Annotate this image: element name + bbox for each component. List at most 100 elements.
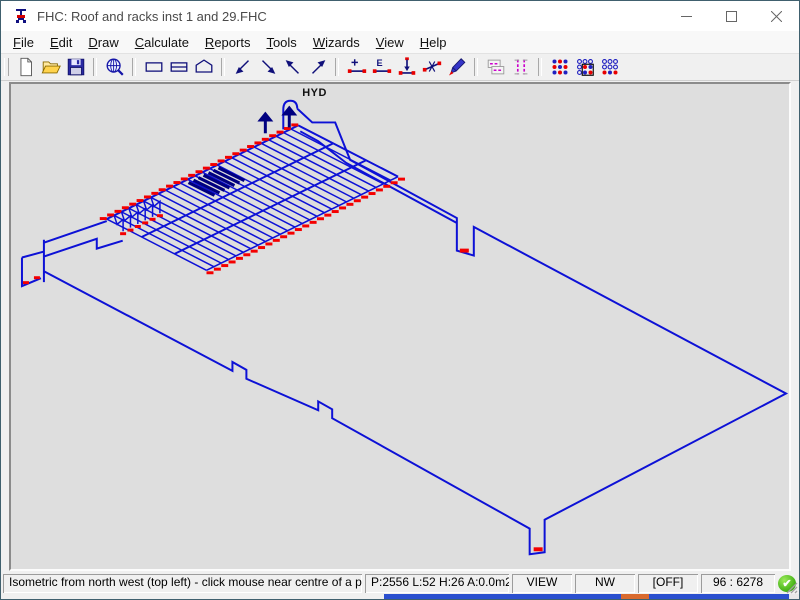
view-ne-icon bbox=[307, 56, 329, 78]
draw-polygon-button[interactable] bbox=[191, 55, 216, 79]
nodes-partial-button[interactable] bbox=[597, 55, 622, 79]
sprinkler-head-marker bbox=[295, 228, 302, 231]
menu-item-wizards[interactable]: Wizards bbox=[305, 33, 368, 52]
sprinkler-head-marker bbox=[376, 188, 383, 191]
sprinkler-head-marker bbox=[284, 127, 291, 130]
status-hint: Isometric from north west (top left) - c… bbox=[3, 574, 362, 593]
app-window: FHC: Roof and racks inst 1 and 29.FHC Fi… bbox=[0, 0, 800, 600]
sprinkler-head-marker bbox=[188, 174, 195, 177]
isometric-pipe-drawing[interactable]: HYD bbox=[11, 84, 789, 569]
view-se-icon bbox=[257, 56, 279, 78]
draw-rect-icon bbox=[143, 56, 165, 78]
view-se-button[interactable] bbox=[255, 55, 280, 79]
zoom-extents-icon bbox=[104, 56, 126, 78]
sprinkler-head-marker bbox=[302, 224, 309, 227]
menu-item-edit[interactable]: Edit bbox=[42, 33, 80, 52]
toolbar-separator bbox=[221, 58, 225, 76]
pipe-add-button[interactable] bbox=[344, 55, 369, 79]
minimize-button[interactable] bbox=[664, 1, 709, 31]
outlet-range-icon bbox=[510, 56, 532, 78]
nodes-select-icon bbox=[574, 56, 596, 78]
pump-symbol[interactable] bbox=[257, 112, 273, 122]
pipe-drop-button[interactable] bbox=[394, 55, 419, 79]
menu-item-tools[interactable]: Tools bbox=[258, 33, 304, 52]
toolbar-separator bbox=[93, 58, 97, 76]
toolbar-separator bbox=[474, 58, 478, 76]
building-outline-pipes[interactable] bbox=[22, 101, 786, 554]
sprinkler-head-marker bbox=[135, 225, 141, 228]
file-new-button[interactable] bbox=[13, 55, 38, 79]
sprinkler-head-marker bbox=[225, 156, 232, 159]
status-toggle-panel[interactable]: [OFF] bbox=[638, 574, 698, 593]
sprinkler-head-marker bbox=[236, 257, 243, 260]
pipe-edit-button[interactable] bbox=[444, 55, 469, 79]
view-sw-button[interactable] bbox=[230, 55, 255, 79]
sprinkler-head-marker bbox=[173, 181, 180, 184]
sprinkler-head-marker bbox=[398, 178, 405, 181]
sprinkler-head-marker bbox=[229, 260, 236, 263]
sprinkler-head-marker bbox=[34, 276, 40, 279]
sprinkler-head-marker bbox=[210, 163, 217, 166]
sprinkler-head-marker bbox=[218, 159, 225, 162]
resize-grip[interactable] bbox=[785, 581, 798, 594]
toolbar-separator bbox=[538, 58, 542, 76]
sprinkler-head-marker bbox=[346, 203, 353, 206]
close-icon bbox=[771, 11, 782, 22]
file-open-button[interactable] bbox=[38, 55, 63, 79]
status-node-counter: 96 : 6278 bbox=[701, 574, 775, 593]
title-bar: FHC: Roof and racks inst 1 and 29.FHC bbox=[1, 1, 799, 31]
sprinkler-head-marker bbox=[203, 167, 210, 170]
sprinkler-head-marker bbox=[243, 253, 250, 256]
zoom-extents-button[interactable] bbox=[102, 55, 127, 79]
toolbar-grip[interactable] bbox=[4, 58, 9, 76]
menu-item-view[interactable]: View bbox=[368, 33, 412, 52]
nodes-grid-icon bbox=[549, 56, 571, 78]
draw-rect-split-button[interactable] bbox=[166, 55, 191, 79]
toolbar: E bbox=[1, 54, 799, 81]
nodes-grid-button[interactable] bbox=[547, 55, 572, 79]
menu-item-help[interactable]: Help bbox=[412, 33, 455, 52]
sprinkler-head-marker bbox=[262, 138, 269, 141]
menu-item-draw[interactable]: Draw bbox=[80, 33, 126, 52]
sprinkler-head-marker bbox=[214, 268, 221, 271]
sprinkler-head-marker bbox=[166, 185, 173, 188]
sprinkler-head-marker bbox=[23, 281, 29, 284]
sprinkler-head-marker bbox=[129, 203, 136, 206]
sprinkler-head-marker bbox=[251, 250, 258, 253]
outlet-copy-button[interactable] bbox=[483, 55, 508, 79]
sprinkler-head-marker bbox=[232, 152, 239, 155]
outlet-range-button[interactable] bbox=[508, 55, 533, 79]
pipe-cross-button[interactable] bbox=[419, 55, 444, 79]
drawing-canvas[interactable]: HYD bbox=[9, 82, 791, 571]
menu-item-calculate[interactable]: Calculate bbox=[127, 33, 197, 52]
background-window-edge bbox=[1, 594, 799, 599]
nodes-select-button[interactable] bbox=[572, 55, 597, 79]
menu-item-reports[interactable]: Reports bbox=[197, 33, 259, 52]
view-nw-button[interactable] bbox=[280, 55, 305, 79]
file-open-icon bbox=[40, 56, 62, 78]
file-save-button[interactable] bbox=[63, 55, 88, 79]
sprinkler-head-marker bbox=[120, 232, 126, 235]
canvas-wrap: HYD bbox=[1, 81, 799, 573]
draw-rect-split-icon bbox=[168, 56, 190, 78]
status-mode-panel[interactable]: VIEW bbox=[512, 574, 572, 593]
draw-rect-button[interactable] bbox=[141, 55, 166, 79]
file-save-icon bbox=[65, 56, 87, 78]
sprinkler-head-marker bbox=[339, 206, 346, 209]
file-new-icon bbox=[15, 56, 37, 78]
status-view-direction-panel[interactable]: NW bbox=[575, 574, 635, 593]
svg-text:E: E bbox=[376, 58, 382, 68]
maximize-button[interactable] bbox=[709, 1, 754, 31]
close-button[interactable] bbox=[754, 1, 799, 31]
pipe-end-button[interactable]: E bbox=[369, 55, 394, 79]
toolbar-separator bbox=[132, 58, 136, 76]
sprinkler-head-marker bbox=[247, 145, 254, 148]
sprinkler-head-marker bbox=[361, 196, 368, 199]
sprinkler-head-marker bbox=[273, 239, 280, 242]
sprinkler-head-marker bbox=[280, 235, 287, 238]
pipe-add-icon bbox=[346, 56, 368, 78]
menu-item-file[interactable]: File bbox=[5, 33, 42, 52]
sprinkler-head-marker bbox=[144, 195, 151, 198]
view-ne-button[interactable] bbox=[305, 55, 330, 79]
sprinkler-head-marker bbox=[100, 217, 107, 220]
